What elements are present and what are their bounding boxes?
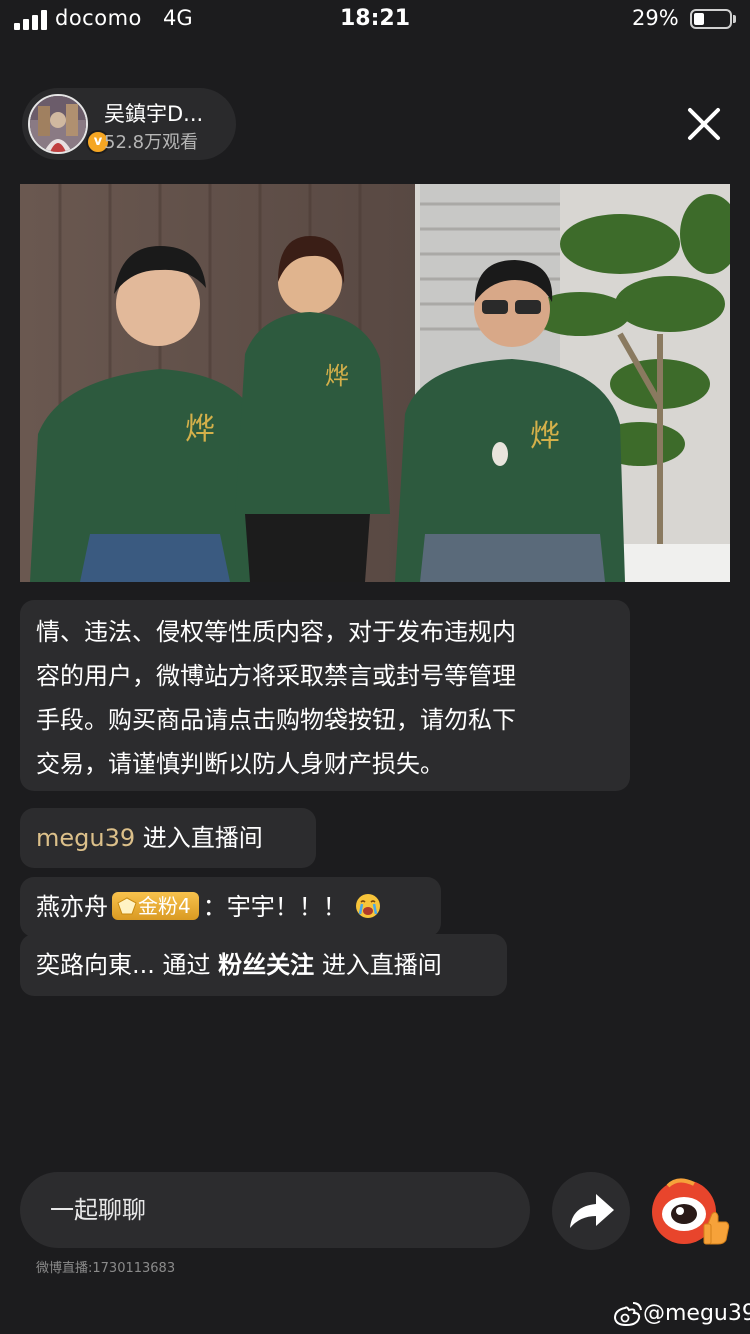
svg-text:烨: 烨 — [185, 412, 215, 447]
fan-badge-label: 金粉4 — [138, 894, 191, 918]
chat-text: 进入直播间 — [321, 951, 442, 979]
chat-message[interactable]: 燕亦舟 金粉4 ：宇宇！！！ — [20, 877, 441, 937]
battery-tip — [733, 15, 736, 23]
chat-separator: ： — [202, 893, 227, 921]
notice-line: 容的用户，微博站方将采取禁言或封号等管理 — [36, 662, 516, 690]
svg-text:烨: 烨 — [530, 419, 560, 454]
chat-text: 宇宇！！！ — [226, 893, 347, 921]
weibo-mascot-button[interactable] — [648, 1170, 732, 1250]
close-icon[interactable] — [682, 102, 726, 146]
anchor-name: 吴鎮宇D... — [104, 102, 204, 126]
crying-emoji-icon — [356, 894, 381, 918]
notice-line: 交易，请谨慎判断以防人身财产损失。 — [36, 750, 444, 778]
notice-text: 情、违法、侵权等性质内容，对于发布违规内 容的用户，微博站方将采取禁言或封号等管… — [36, 610, 616, 786]
chat-message[interactable]: 奕路向東... 通过 粉丝关注 进入直播间 — [20, 934, 507, 996]
view-count: 52.8万观看 — [104, 132, 199, 153]
share-icon — [570, 1194, 614, 1228]
system-notice: 情、违法、侵权等性质内容，对于发布违规内 容的用户，微博站方将采取禁言或封号等管… — [20, 600, 630, 791]
chat-message[interactable]: megu39 进入直播间 — [20, 808, 316, 868]
chat-username[interactable]: megu39 — [36, 824, 135, 852]
chat-input-placeholder: 一起聊聊 — [50, 1196, 146, 1224]
chat-username[interactable]: 燕亦舟 — [36, 893, 108, 921]
weibo-watermark: @megu39 — [613, 1300, 750, 1327]
live-room-id: 微博直播:1730113683 — [36, 1261, 176, 1276]
status-bar: docomo 4G 18:21 29% — [0, 0, 750, 42]
avatar[interactable] — [28, 94, 88, 154]
chat-input[interactable]: 一起聊聊 — [20, 1172, 530, 1248]
notice-line: 手段。购买商品请点击购物袋按钮，请勿私下 — [36, 706, 516, 734]
share-button[interactable] — [552, 1172, 630, 1250]
battery-icon — [690, 9, 732, 29]
gold-crest-icon — [117, 897, 137, 915]
anchor-info[interactable]: v 吴鎮宇D... 52.8万观看 — [22, 88, 236, 160]
chat-username[interactable]: 奕路向東... — [36, 951, 155, 979]
live-video[interactable]: 烨 烨 烨 — [20, 184, 730, 582]
notice-line: 情、违法、侵权等性质内容，对于发布违规内 — [36, 618, 516, 646]
watermark-text: @megu39 — [643, 1301, 750, 1326]
weibo-mascot-icon — [652, 1178, 730, 1245]
chat-text: 进入直播间 — [142, 824, 263, 852]
weibo-logo-icon — [613, 1302, 642, 1327]
live-room-screen: docomo 4G 18:21 29% v 吴鎮宇D... 52.8万观看 烨 … — [0, 0, 750, 1334]
battery-percent: 29% — [632, 6, 679, 30]
fan-level-badge: 金粉4 — [112, 892, 199, 920]
chat-via: 通过 — [162, 951, 211, 979]
svg-text:烨: 烨 — [325, 362, 349, 390]
chat-channel: 粉丝关注 — [218, 951, 315, 979]
